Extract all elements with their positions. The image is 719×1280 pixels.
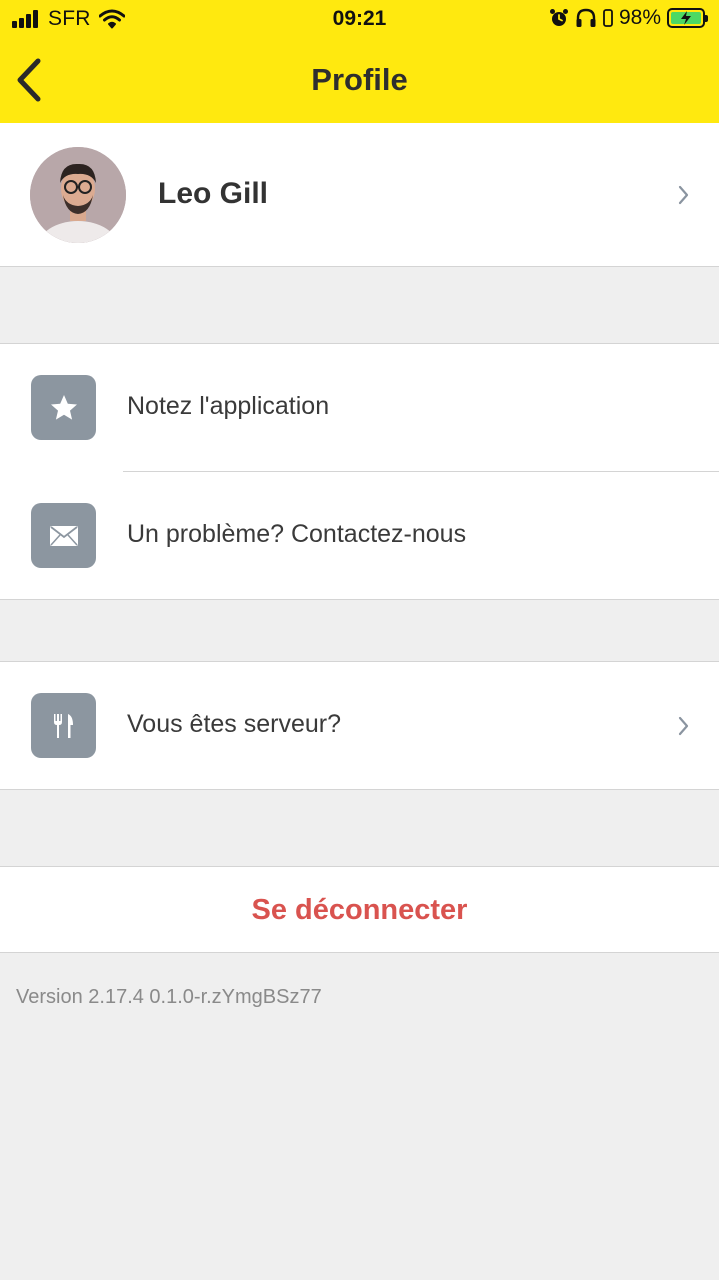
- headphones-icon: [576, 8, 596, 27]
- contact-label: Un problème? Contactez-nous: [127, 520, 467, 548]
- status-bar: SFR 09:21 98%: [0, 0, 719, 40]
- logout-label: Se déconnecter: [251, 894, 468, 926]
- battery-percent: 98%: [618, 6, 661, 29]
- cutlery-icon: [31, 693, 96, 758]
- rate-app-label: Notez l'application: [127, 392, 330, 420]
- profile-row[interactable]: Leo Gill: [0, 123, 719, 267]
- status-right: 98%: [543, 6, 708, 30]
- avatar: [30, 147, 126, 243]
- page-title: Profile: [311, 62, 408, 97]
- chevron-right-icon: [678, 716, 689, 736]
- server-section: Vous êtes serveur?: [0, 661, 719, 790]
- server-label: Vous êtes serveur?: [127, 710, 342, 738]
- portrait-lock-icon: [603, 9, 613, 27]
- profile-name: Leo Gill: [158, 177, 269, 210]
- battery-icon: [667, 8, 708, 28]
- support-section: Notez l'application Un problème? Contact…: [0, 343, 719, 600]
- app-header: SFR 09:21 98% Profile: [0, 0, 719, 124]
- rate-app-row[interactable]: Notez l'application: [0, 344, 719, 471]
- alarm-icon: [549, 9, 568, 26]
- server-row[interactable]: Vous êtes serveur?: [0, 662, 719, 789]
- version-text: Version 2.17.4 0.1.0-r.zYmgBSz77: [16, 986, 322, 1008]
- contact-row[interactable]: Un problème? Contactez-nous: [0, 472, 719, 599]
- star-icon: [31, 375, 96, 440]
- chevron-right-icon: [678, 185, 689, 205]
- logout-button[interactable]: Se déconnecter: [0, 866, 719, 953]
- mail-icon: [31, 503, 96, 568]
